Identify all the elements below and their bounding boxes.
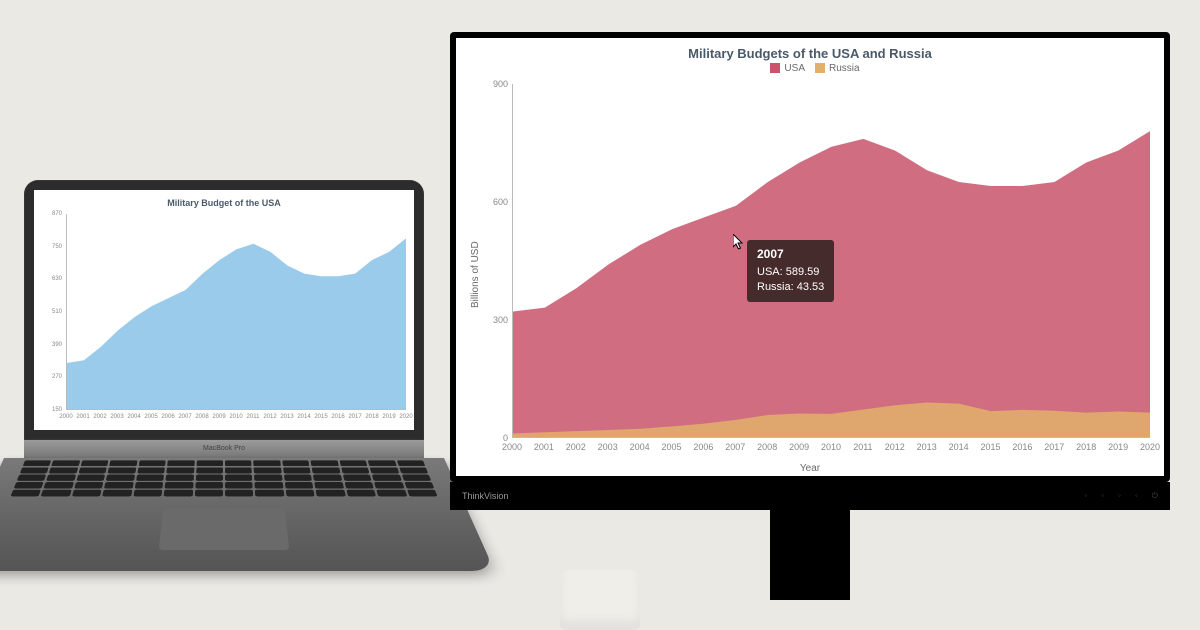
area-series-usa <box>67 238 406 409</box>
legend-swatch <box>815 63 825 73</box>
x-tick: 2006 <box>161 414 174 420</box>
coffee-mug <box>560 570 640 630</box>
x-tick: 2007 <box>178 414 191 420</box>
monitor-frame: Military Budgets of the USA and Russia U… <box>450 32 1170 482</box>
x-tick: 2012 <box>885 442 905 452</box>
laptop-keyboard-deck <box>0 458 495 571</box>
legend-label: USA <box>784 63 805 74</box>
x-tick: 2005 <box>144 414 157 420</box>
x-tick: 2020 <box>1140 442 1160 452</box>
y-tick: 600 <box>478 197 508 207</box>
area-series-usa-left <box>67 214 406 409</box>
laptop-screen-frame: Military Budget of the USA 150 270 390 510 6… <box>24 180 424 440</box>
x-tick: 2001 <box>534 442 554 452</box>
x-tick: 2001 <box>76 414 89 420</box>
laptop-brand-label: MacBook Pro <box>24 440 424 458</box>
monitor-btn-icon: ◦ <box>1084 491 1087 501</box>
legend-label: Russia <box>829 63 860 74</box>
y-axis-label: Billions of USD <box>470 241 481 308</box>
x-tick: 2018 <box>1076 442 1096 452</box>
x-tick: 2008 <box>757 442 777 452</box>
chart-title-left: Military Budget of the USA <box>34 190 414 208</box>
x-tick: 2004 <box>127 414 140 420</box>
y-tick: 300 <box>478 315 508 325</box>
y-tick: 510 <box>34 309 62 315</box>
x-tick: 2010 <box>229 414 242 420</box>
y-tick: 390 <box>34 342 62 348</box>
x-tick: 2000 <box>59 414 72 420</box>
x-tick: 2009 <box>212 414 225 420</box>
monitor-stand <box>770 510 850 600</box>
x-tick: 2013 <box>280 414 293 420</box>
x-tick: 2002 <box>93 414 106 420</box>
x-tick: 2003 <box>598 442 618 452</box>
x-tick: 2003 <box>110 414 123 420</box>
y-tick: 900 <box>478 79 508 89</box>
y-tick: 750 <box>34 244 62 250</box>
x-tick: 2012 <box>263 414 276 420</box>
monitor-chart: Military Budgets of the USA and Russia U… <box>456 38 1164 476</box>
x-tick: 2018 <box>365 414 378 420</box>
x-tick: 2016 <box>331 414 344 420</box>
monitor-power-icon: ⏻ <box>1152 491 1158 501</box>
x-tick: 2011 <box>247 414 260 420</box>
keyboard <box>11 460 438 496</box>
y-tick: 870 <box>34 211 62 217</box>
monitor-btn-icon: ◦ <box>1135 491 1138 501</box>
x-tick: 2014 <box>949 442 969 452</box>
laptop: Military Budget of the USA 150 270 390 510 6… <box>24 180 424 618</box>
x-tick: 2004 <box>630 442 650 452</box>
x-tick: 2020 <box>399 414 412 420</box>
area-series-usa <box>513 131 1150 437</box>
chart-right-plot-area: 2007 USA: 589.59 Russia: 43.53 <box>512 84 1150 438</box>
chart-legend: USA Russia <box>456 61 1164 74</box>
chart-title-right: Military Budgets of the USA and Russia <box>456 38 1164 61</box>
x-tick: 2014 <box>297 414 310 420</box>
x-axis-label: Year <box>800 463 820 474</box>
trackpad <box>159 509 290 550</box>
x-tick: 2015 <box>980 442 1000 452</box>
x-tick: 2006 <box>693 442 713 452</box>
x-tick: 2019 <box>382 414 395 420</box>
monitor-chin: ThinkVision ◦ ◦ ◦ ◦ ⏻ <box>450 482 1170 510</box>
x-tick: 2009 <box>789 442 809 452</box>
x-tick: 2017 <box>1044 442 1064 452</box>
monitor-btn-icon: ◦ <box>1118 491 1121 501</box>
x-tick: 2011 <box>853 442 872 452</box>
y-tick: 150 <box>34 407 62 413</box>
legend-swatch <box>770 63 780 73</box>
y-tick: 270 <box>34 374 62 380</box>
monitor-btn-icon: ◦ <box>1101 491 1104 501</box>
x-tick: 2000 <box>502 442 522 452</box>
monitor: Military Budgets of the USA and Russia U… <box>450 32 1170 600</box>
x-tick: 2016 <box>1012 442 1032 452</box>
x-tick: 2005 <box>661 442 681 452</box>
cursor-icon <box>733 234 745 250</box>
x-tick: 2015 <box>314 414 327 420</box>
monitor-brand-label: ThinkVision <box>462 491 508 501</box>
x-tick: 2002 <box>566 442 586 452</box>
x-tick: 2019 <box>1108 442 1128 452</box>
x-tick: 2007 <box>725 442 745 452</box>
x-tick: 2017 <box>348 414 361 420</box>
area-series-right <box>513 84 1150 437</box>
chart-left-plot-area <box>66 214 406 410</box>
x-tick: 2013 <box>917 442 937 452</box>
y-tick: 630 <box>34 276 62 282</box>
x-tick: 2010 <box>821 442 841 452</box>
x-tick: 2008 <box>195 414 208 420</box>
laptop-chart: Military Budget of the USA 150 270 390 510 6… <box>34 190 414 430</box>
monitor-control-icons: ◦ ◦ ◦ ◦ ⏻ <box>1084 491 1158 501</box>
